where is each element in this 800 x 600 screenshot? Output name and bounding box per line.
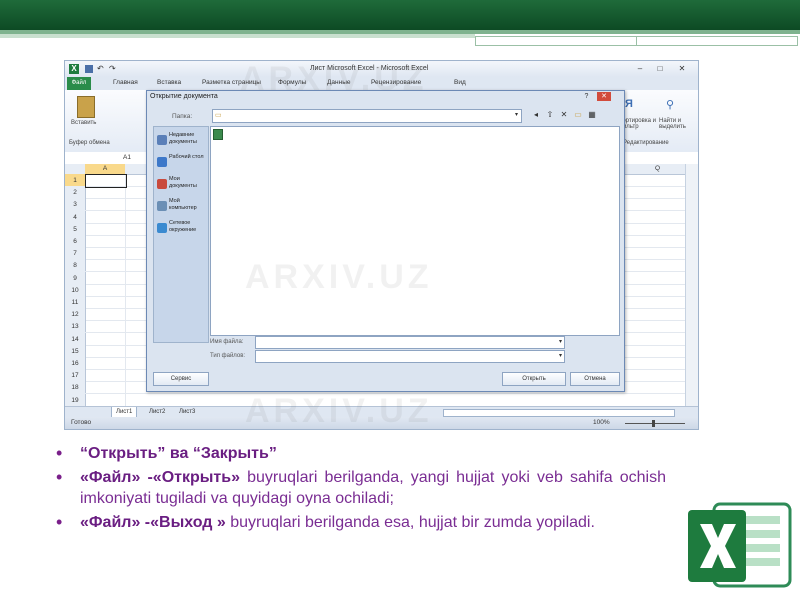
cancel-button[interactable]: Отмена — [570, 372, 620, 386]
open-button[interactable]: Открыть — [502, 372, 566, 386]
grid-line — [125, 174, 126, 406]
sheet-tab-2[interactable]: Лист2 — [145, 407, 169, 417]
views-icon[interactable]: ▦ — [587, 110, 597, 120]
bullet-dot: • — [56, 512, 63, 532]
filename-input[interactable]: ▾ — [255, 336, 565, 349]
save-icon[interactable] — [85, 65, 93, 73]
zoom-slider[interactable] — [625, 423, 685, 424]
bullet-dot: • — [56, 443, 63, 463]
find-select-label: Найти и выделить — [659, 118, 686, 130]
excel-window: X ↶ ↷ Лист Microsoft Excel - Microsoft E… — [64, 60, 699, 430]
minimize-icon[interactable]: – — [635, 64, 645, 73]
redo-icon[interactable]: ↷ — [109, 65, 117, 73]
look-in-label: Папка: — [172, 113, 193, 120]
editing-group-label: Редактирование — [623, 140, 669, 146]
tab-home[interactable]: Главная — [113, 79, 138, 86]
filetype-label: Тип файлов: — [210, 353, 246, 359]
column-header-q[interactable]: Q — [655, 165, 660, 172]
bullet-item: • «Файл» -«Открыть» buyruqlari berilgand… — [56, 467, 666, 509]
filename-label: Имя файла: — [210, 339, 244, 345]
place-label: Мой компьютер — [169, 198, 197, 211]
new-folder-icon[interactable]: ▭ — [573, 110, 583, 120]
dialog-help-icon[interactable]: ? — [582, 92, 591, 101]
bullet-list: • “Открыть” ва “Закрыть” • «Файл» -«Откр… — [56, 443, 666, 536]
folder-icon: ▭ — [215, 112, 222, 119]
desktop-icon — [157, 157, 167, 167]
chevron-down-icon[interactable]: ▾ — [515, 111, 518, 118]
vertical-scrollbar[interactable] — [685, 164, 698, 406]
delete-icon[interactable]: ✕ — [559, 110, 569, 120]
sheet-tab-3[interactable]: Лист3 — [175, 407, 199, 417]
place-label: Недавние документы — [169, 132, 197, 145]
excel-file-icon[interactable] — [213, 129, 223, 140]
network-icon — [157, 223, 167, 233]
active-cell[interactable] — [85, 174, 127, 188]
bullet-heading: “Открыть” ва “Закрыть” — [80, 445, 277, 462]
bullet-command: «Файл» -«Выход » — [80, 514, 226, 531]
banner-box-left — [475, 36, 637, 46]
dialog-close-icon[interactable]: ✕ — [597, 92, 611, 101]
excel-logo-icon — [684, 496, 794, 592]
place-item[interactable]: Мои документы — [156, 175, 208, 197]
tab-insert[interactable]: Вставка — [157, 79, 181, 86]
chevron-down-icon[interactable]: ▾ — [559, 352, 562, 359]
maximize-icon[interactable]: □ — [655, 64, 665, 73]
places-bar: Недавние документы Рабочий стол Мои докуме… — [153, 126, 209, 343]
my-computer-icon — [157, 201, 167, 211]
place-item[interactable]: Сетевое окружение — [156, 219, 208, 241]
place-item[interactable]: Недавние документы — [156, 131, 208, 153]
chevron-down-icon[interactable]: ▾ — [559, 338, 562, 345]
sort-filter-icon[interactable]: Я — [625, 98, 639, 112]
find-icon[interactable]: ⚲ — [666, 98, 680, 112]
my-documents-icon — [157, 179, 167, 189]
top-banner — [0, 0, 800, 30]
bullet-item: • “Открыть” ва “Закрыть” — [56, 443, 666, 464]
place-item[interactable]: Мой компьютер — [156, 197, 208, 219]
bullet-item: • «Файл» -«Выход » buyruqlari berilganda… — [56, 512, 666, 533]
bullet-text: buyruqlari berilganda esa, hujjat bir zu… — [225, 514, 595, 531]
back-icon[interactable]: ◂ — [531, 110, 541, 120]
bullet-dot: • — [56, 467, 63, 487]
watermark: ARXIV.UZ — [240, 60, 428, 98]
place-label: Рабочий стол — [169, 154, 204, 160]
zoom-level: 100% — [593, 419, 610, 426]
paste-icon[interactable] — [77, 96, 95, 118]
open-dialog: Открытие документа ? ✕ Папка: ▭ ▾ ◂ ⇧ ✕ … — [146, 90, 625, 392]
look-in-select[interactable]: ▭ ▾ — [212, 109, 522, 123]
name-box[interactable]: A1 — [123, 154, 131, 161]
zoom-slider-thumb[interactable] — [652, 420, 655, 427]
place-item[interactable]: Рабочий стол — [156, 153, 208, 175]
status-text: Готово — [71, 419, 92, 426]
up-folder-icon[interactable]: ⇧ — [545, 110, 555, 120]
close-icon[interactable]: ✕ — [677, 64, 687, 73]
bullet-command: «Файл» -«Открыть» — [80, 469, 240, 486]
clipboard-group-label: Буфер обмена — [69, 140, 110, 146]
watermark: ARXIV.UZ — [245, 392, 433, 430]
banner-stripe-light — [0, 34, 475, 38]
filetype-select[interactable]: ▾ — [255, 350, 565, 363]
tab-view[interactable]: Вид — [454, 79, 466, 86]
paste-label: Вставить — [71, 120, 97, 126]
place-label: Мои документы — [169, 176, 197, 189]
file-list[interactable] — [210, 126, 620, 336]
tab-file[interactable]: Файл — [67, 77, 91, 90]
undo-icon[interactable]: ↶ — [97, 65, 105, 73]
dialog-title: Открытие документа — [150, 93, 218, 100]
recent-docs-icon — [157, 135, 167, 145]
place-label: Сетевое окружение — [169, 220, 197, 233]
banner-box-right — [636, 36, 798, 46]
service-button[interactable]: Сервис — [153, 372, 209, 386]
excel-app-icon: X — [69, 64, 79, 74]
column-header-a[interactable]: A — [85, 164, 125, 174]
horizontal-scrollbar[interactable] — [443, 409, 675, 417]
watermark: ARXIV.UZ — [245, 258, 433, 296]
